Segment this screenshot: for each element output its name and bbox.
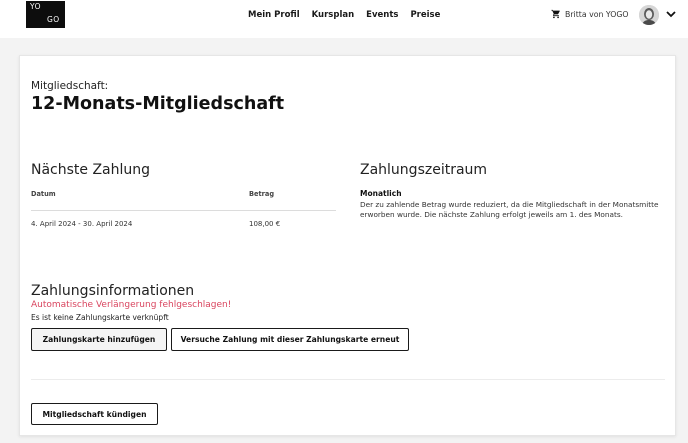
membership-card: Mitgliedschaft: 12-Monats-Mitgliedschaft…	[19, 55, 676, 436]
payment-period-heading: Zahlungszeitraum	[360, 162, 488, 178]
yogo-logo[interactable]: YO GO	[26, 1, 65, 28]
payment-period-type: Monatlich	[360, 189, 402, 198]
nav-item-events[interactable]: Events	[366, 10, 398, 20]
add-payment-card-button[interactable]: Zahlungskarte hinzufügen	[31, 328, 167, 351]
nav-item-mein-profil[interactable]: Mein Profil	[248, 10, 300, 20]
cancel-membership-button[interactable]: Mitgliedschaft kündigen	[31, 403, 158, 425]
main-nav: Mein Profil Kursplan Events Preise	[248, 10, 440, 20]
nav-item-kursplan[interactable]: Kursplan	[312, 10, 355, 20]
chevron-down-icon[interactable]	[666, 11, 676, 18]
top-navigation-bar: YO GO Mein Profil Kursplan Events Preise…	[0, 0, 688, 38]
logo-text-top: YO	[30, 2, 42, 11]
avatar-portrait-icon	[639, 5, 659, 25]
column-header-date: Datum	[31, 190, 56, 198]
renewal-error-message: Automatische Verlängerung fehlgeschlagen…	[31, 300, 232, 310]
next-payment-date: 4. April 2024 - 30. April 2024	[31, 220, 133, 228]
next-payment-amount: 108,00 €	[249, 220, 281, 228]
logo-text-bottom: GO	[47, 15, 60, 24]
cart-icon[interactable]	[551, 9, 561, 19]
no-card-message: Es ist keine Zahlungskarte verknüpft	[31, 313, 169, 322]
table-divider	[31, 210, 336, 211]
section-divider	[31, 379, 665, 380]
nav-item-preise[interactable]: Preise	[410, 10, 440, 20]
next-payment-heading: Nächste Zahlung	[31, 162, 151, 178]
avatar[interactable]	[639, 5, 659, 25]
column-header-amount: Betrag	[249, 190, 275, 198]
retry-payment-button[interactable]: Versuche Zahlung mit dieser Zahlungskart…	[171, 328, 409, 351]
payment-period-note: Der zu zahlende Betrag wurde reduziert, …	[360, 200, 659, 219]
payment-info-heading: Zahlungsinformationen	[31, 283, 195, 299]
user-name[interactable]: Britta von YOGO	[565, 10, 629, 19]
membership-label: Mitgliedschaft:	[31, 80, 109, 92]
page-title: 12-Monats-Mitgliedschaft	[31, 94, 285, 114]
